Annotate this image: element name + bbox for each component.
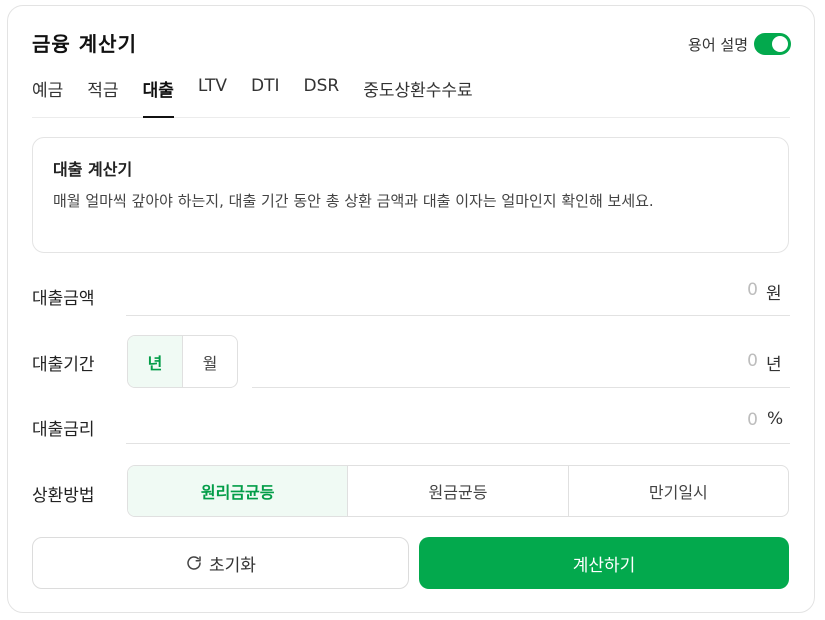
method-bullet[interactable]: 만기일시 <box>569 466 788 516</box>
loan-period-unit: 년 <box>766 355 782 375</box>
loan-rate-label: 대출금리 <box>32 420 95 440</box>
info-title: 대출 계산기 <box>53 160 133 179</box>
page-title: 금융 계산기 <box>32 32 137 56</box>
glossary-label: 용어 설명 <box>688 35 748 54</box>
loan-period-label: 대출기간 <box>32 355 95 375</box>
loan-amount-unit: 원 <box>766 284 782 304</box>
glossary-toggle-group: 용어 설명 <box>688 33 791 55</box>
tab-deposit[interactable]: 예금 <box>32 74 63 118</box>
glossary-toggle[interactable] <box>754 33 791 55</box>
loan-rate-input[interactable]: 0 <box>600 410 758 430</box>
info-box: 대출 계산기 매월 얼마씩 갚아야 하는지, 대출 기간 동안 총 상환 금액과… <box>32 137 789 253</box>
tab-ltv[interactable]: LTV <box>198 74 227 118</box>
method-equal-principal[interactable]: 원금균등 <box>348 466 569 516</box>
loan-amount-label: 대출금액 <box>32 289 95 309</box>
info-description: 매월 얼마씩 갚아야 하는지, 대출 기간 동안 총 상환 금액과 대출 이자는… <box>53 192 654 210</box>
toggle-knob <box>772 36 788 52</box>
loan-period-underline <box>252 387 790 388</box>
loan-amount-underline <box>126 315 790 316</box>
method-equal-payment[interactable]: 원리금균등 <box>128 466 349 516</box>
period-unit-selector: 년 월 <box>127 335 238 388</box>
loan-rate-underline <box>126 443 790 444</box>
reset-label: 초기화 <box>209 555 256 576</box>
loan-rate-unit: % <box>767 409 784 429</box>
repayment-method-label: 상환방법 <box>32 486 95 506</box>
calculate-label: 계산하기 <box>572 555 636 576</box>
tab-savings[interactable]: 적금 <box>87 74 118 118</box>
refresh-icon <box>187 556 201 570</box>
tab-bar: 예금 적금 대출 LTV DTI DSR 중도상환수수료 <box>32 74 790 118</box>
tab-dti[interactable]: DTI <box>251 74 280 118</box>
tab-prepayment-fee[interactable]: 중도상환수수료 <box>363 74 472 118</box>
tab-dsr[interactable]: DSR <box>304 74 340 118</box>
loan-amount-input[interactable]: 0 <box>600 280 758 300</box>
reset-button[interactable]: 초기화 <box>32 537 409 589</box>
period-unit-month[interactable]: 월 <box>183 336 237 387</box>
repayment-method-selector: 원리금균등 원금균등 만기일시 <box>127 465 789 517</box>
period-unit-year[interactable]: 년 <box>128 336 183 387</box>
tab-loan[interactable]: 대출 <box>142 74 174 118</box>
calculate-button[interactable]: 계산하기 <box>419 537 789 589</box>
loan-period-input[interactable]: 0 <box>600 351 758 371</box>
